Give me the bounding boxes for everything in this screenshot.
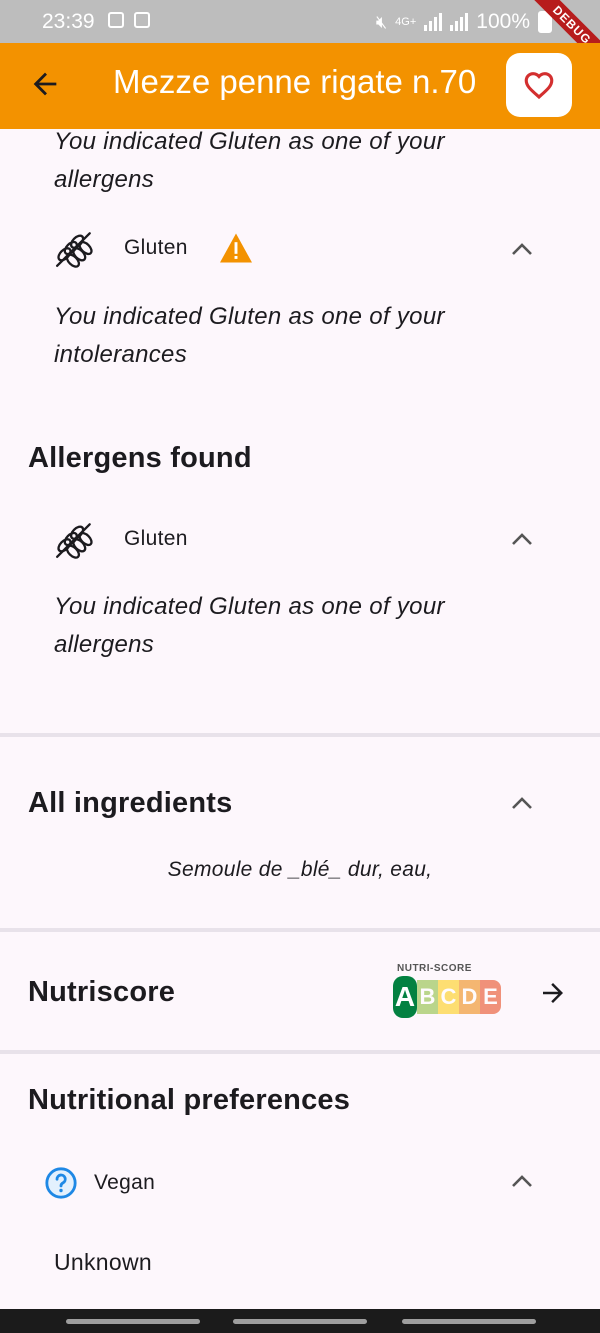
wheat-icon bbox=[55, 523, 93, 559]
network-type: 4G+ bbox=[395, 16, 417, 28]
allergen-note: You indicated Gluten as one of your alle… bbox=[54, 593, 445, 658]
nutritional-preferences-heading: Nutritional preferences bbox=[28, 1084, 351, 1116]
warning-icon bbox=[219, 233, 252, 263]
status-right-icons: 🔇︎ 4G+ 100% bbox=[376, 10, 552, 34]
intolerance-item-gluten[interactable]: Gluten bbox=[54, 227, 254, 269]
preference-item-label: Vegan bbox=[94, 1171, 156, 1194]
nutriscore-grade-b: B bbox=[417, 980, 438, 1014]
nutriscore-heading: Nutriscore bbox=[28, 976, 176, 1008]
screenshot-icon bbox=[108, 12, 124, 28]
ingredients-text: Semoule de _blé_ dur, eau, bbox=[167, 858, 433, 881]
signal-icon bbox=[424, 13, 443, 31]
nutriscore-grade-e: E bbox=[480, 980, 501, 1014]
product-details-scroll[interactable]: You indicated Gluten as one of your alle… bbox=[0, 129, 600, 1309]
allergen-item-label: Gluten bbox=[124, 527, 188, 550]
nutriscore-scale: A B C D E bbox=[392, 976, 506, 1018]
nutriscore-grade-d: D bbox=[459, 980, 480, 1014]
status-bar: 23:39 🔇︎ 4G+ 100% DEBUG bbox=[0, 0, 600, 81]
nav-handle-center[interactable] bbox=[233, 1319, 367, 1324]
nutriscore-grade-a: A bbox=[393, 976, 417, 1018]
mute-icon: 🔇︎ bbox=[375, 11, 388, 32]
app-bar: Mezze penne rigate n.70 bbox=[0, 43, 600, 129]
allergen-item-gluten[interactable]: Gluten bbox=[54, 518, 188, 560]
nav-handle-right[interactable] bbox=[402, 1319, 536, 1324]
status-notification-icons bbox=[108, 12, 150, 28]
nutriscore-badge-label: NUTRI-SCORE bbox=[397, 963, 472, 974]
intolerance-note: You indicated Gluten as one of your into… bbox=[54, 303, 445, 368]
section-divider bbox=[0, 733, 600, 737]
chevron-up-icon[interactable] bbox=[511, 1174, 533, 1188]
heart-icon bbox=[524, 72, 554, 100]
back-arrow-icon[interactable] bbox=[28, 67, 62, 101]
intolerance-item-label: Gluten bbox=[124, 236, 188, 259]
nutriscore-grade-c: C bbox=[438, 980, 459, 1014]
screen-record-icon bbox=[134, 12, 150, 28]
nutriscore-badge: NUTRI-SCORE A B C D E bbox=[392, 963, 506, 1023]
signal-icon-2 bbox=[450, 13, 469, 31]
page-title: Mezze penne rigate n.70 bbox=[113, 63, 477, 100]
section-divider bbox=[0, 928, 600, 932]
preference-status: Unknown bbox=[54, 1249, 152, 1275]
chevron-up-icon[interactable] bbox=[511, 796, 533, 810]
arrow-forward-icon[interactable] bbox=[538, 978, 568, 1008]
allergens-found-heading: Allergens found bbox=[28, 442, 252, 474]
favorite-button[interactable] bbox=[506, 53, 572, 117]
system-navigation-bar bbox=[0, 1309, 600, 1333]
nav-handle-left[interactable] bbox=[66, 1319, 200, 1324]
battery-percent: 100% bbox=[476, 10, 530, 33]
ingredients-heading: All ingredients bbox=[28, 787, 233, 819]
preference-item-vegan[interactable]: Vegan bbox=[44, 1166, 155, 1200]
section-divider bbox=[0, 1050, 600, 1054]
chevron-up-icon[interactable] bbox=[511, 242, 533, 256]
chevron-up-icon[interactable] bbox=[511, 532, 533, 546]
wheat-icon bbox=[55, 232, 93, 268]
status-time: 23:39 bbox=[42, 10, 95, 33]
help-icon bbox=[45, 1167, 77, 1199]
allergen-note-top: You indicated Gluten as one of your alle… bbox=[54, 129, 445, 193]
